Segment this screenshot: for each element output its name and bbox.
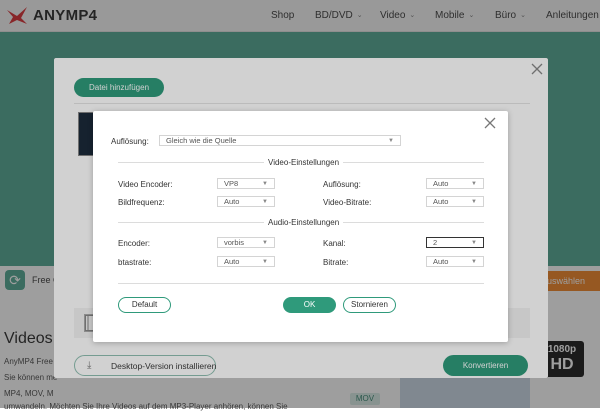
select-value: 2: [433, 238, 438, 247]
select-value: VP8: [224, 179, 239, 188]
audio-bitrate-label: Bitrate:: [323, 258, 349, 267]
video-encoder-select[interactable]: VP8 ▼: [217, 178, 275, 189]
select-value: Auto: [224, 197, 240, 206]
audio-bitrate-select[interactable]: Auto ▼: [426, 256, 484, 267]
audio-settings-heading: Audio-Einstellungen: [264, 218, 344, 227]
output-resolution-select[interactable]: Gleich wie die Quelle ▼: [159, 135, 401, 146]
cancel-button[interactable]: Stornieren: [343, 297, 396, 313]
caret-down-icon: ▼: [471, 259, 477, 265]
video-settings-heading: Video-Einstellungen: [264, 158, 344, 167]
default-button[interactable]: Default: [118, 297, 171, 313]
caret-down-icon: ▼: [262, 259, 268, 265]
caret-down-icon: ▼: [388, 138, 394, 144]
caret-down-icon: ▼: [262, 240, 268, 246]
audio-encoder-select[interactable]: vorbis ▼: [217, 237, 275, 248]
select-value: Auto: [433, 179, 449, 188]
framerate-select[interactable]: Auto ▼: [217, 196, 275, 207]
divider: [118, 283, 484, 284]
caret-down-icon: ▼: [262, 181, 268, 187]
output-resolution-label: Auflösung:: [111, 137, 149, 146]
channel-select[interactable]: 2 ▼: [426, 237, 484, 248]
caret-down-icon: ▼: [471, 199, 477, 205]
caret-down-icon: ▼: [471, 181, 477, 187]
video-bitrate-select[interactable]: Auto ▼: [426, 196, 484, 207]
ok-button[interactable]: OK: [283, 297, 336, 313]
select-value: Auto: [433, 257, 449, 266]
video-resolution-select[interactable]: Auto ▼: [426, 178, 484, 189]
select-value: Gleich wie die Quelle: [166, 136, 237, 145]
close-icon[interactable]: [483, 116, 497, 130]
sample-rate-select[interactable]: Auto ▼: [217, 256, 275, 267]
caret-down-icon: ▼: [262, 199, 268, 205]
select-value: Auto: [224, 257, 240, 266]
select-value: Auto: [433, 197, 449, 206]
channel-label: Kanal:: [323, 239, 346, 248]
video-resolution-label: Auflösung:: [323, 180, 361, 189]
audio-encoder-label: Encoder:: [118, 239, 151, 248]
video-bitrate-label: Video-Bitrate:: [323, 198, 372, 207]
caret-down-icon: ▼: [471, 240, 477, 246]
video-encoder-label: Video Encoder:: [118, 180, 173, 189]
framerate-label: Bildfrequenz:: [118, 198, 165, 207]
select-value: vorbis: [224, 238, 245, 247]
sample-rate-label: btastrate:: [118, 258, 152, 267]
